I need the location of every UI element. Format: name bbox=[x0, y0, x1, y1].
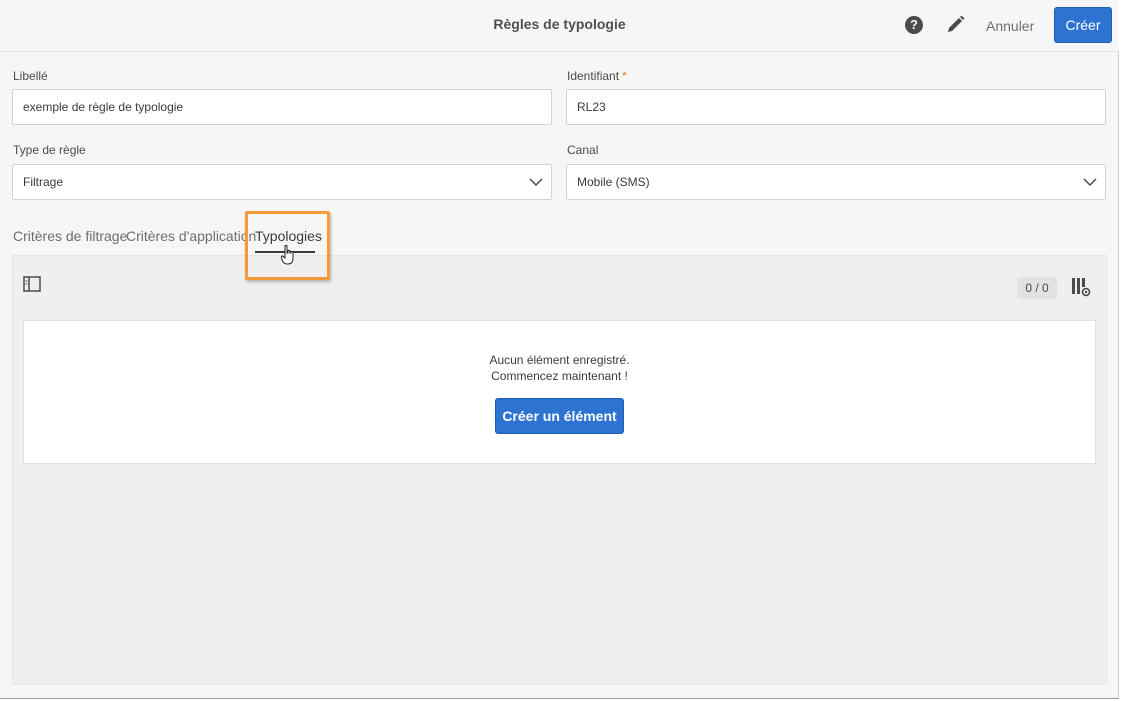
item-counter: 0 / 0 bbox=[1017, 277, 1057, 299]
empty-state-line2: Commencez maintenant ! bbox=[491, 369, 628, 383]
type-regle-value: Filtrage bbox=[23, 175, 64, 189]
type-regle-label-text: Type de règle bbox=[13, 143, 86, 157]
chevron-down-icon bbox=[529, 178, 543, 187]
window: Règles de typologie ? Annuler Créer Libe… bbox=[0, 0, 1119, 699]
header-bar: Règles de typologie ? Annuler Créer bbox=[0, 0, 1119, 52]
sidebar-toggle-icon[interactable] bbox=[23, 276, 41, 292]
hand-pointer-icon bbox=[281, 245, 294, 265]
libelle-label: Libellé bbox=[13, 69, 48, 83]
type-regle-select[interactable]: Filtrage bbox=[12, 164, 552, 200]
libelle-input[interactable]: exemple de règle de typologie bbox=[12, 89, 552, 125]
canal-label: Canal bbox=[567, 143, 598, 157]
type-regle-label: Type de règle bbox=[13, 143, 86, 157]
canal-value: Mobile (SMS) bbox=[577, 175, 650, 189]
create-element-button[interactable]: Créer un élément bbox=[495, 398, 624, 434]
empty-state-message: Aucun élément enregistré. Commencez main… bbox=[24, 352, 1095, 384]
libelle-label-text: Libellé bbox=[13, 69, 48, 83]
cancel-button[interactable]: Annuler bbox=[980, 16, 1040, 36]
tab-criteres-application[interactable]: Critères d'application bbox=[126, 228, 256, 244]
canal-select[interactable]: Mobile (SMS) bbox=[566, 164, 1106, 200]
empty-state-line1: Aucun élément enregistré. bbox=[489, 353, 630, 367]
tab-criteres-filtrage[interactable]: Critères de filtrage bbox=[13, 228, 127, 244]
identifiant-label-text: Identifiant bbox=[567, 69, 620, 83]
canal-label-text: Canal bbox=[567, 143, 599, 157]
create-button[interactable]: Créer bbox=[1054, 7, 1112, 43]
identifiant-input[interactable]: RL23 bbox=[566, 89, 1106, 125]
typologies-panel: 0 / 0 Aucun élément enregistré. Commence… bbox=[12, 255, 1107, 685]
column-settings-icon[interactable] bbox=[1071, 277, 1091, 297]
required-marker: * bbox=[622, 69, 627, 83]
identifiant-label: Identifiant * bbox=[567, 69, 627, 83]
empty-state-card: Aucun élément enregistré. Commencez main… bbox=[23, 320, 1096, 464]
pencil-icon[interactable] bbox=[944, 14, 966, 36]
identifiant-value: RL23 bbox=[577, 100, 606, 114]
libelle-value: exemple de règle de typologie bbox=[23, 100, 184, 114]
chevron-down-icon bbox=[1083, 178, 1097, 187]
help-icon[interactable]: ? bbox=[905, 16, 923, 34]
